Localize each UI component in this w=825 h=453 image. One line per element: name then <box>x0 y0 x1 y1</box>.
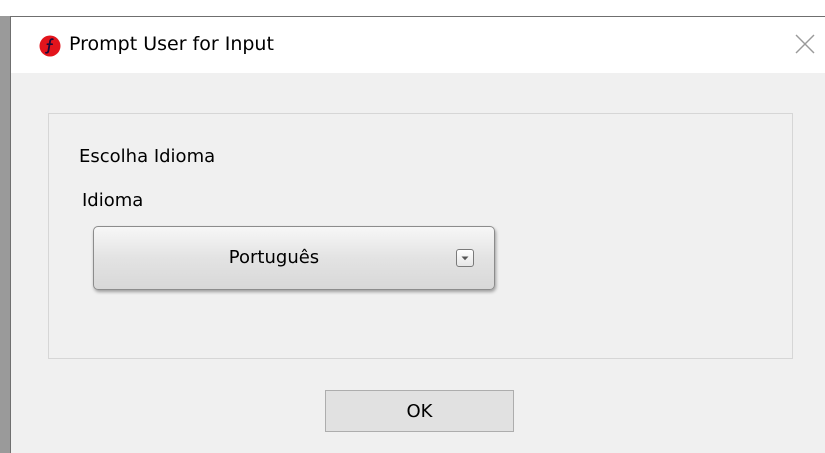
group-title: Escolha Idioma <box>79 146 216 167</box>
prompt-dialog: Prompt User for Input Escolha Idioma Idi… <box>10 16 825 453</box>
title-bar[interactable]: Prompt User for Input <box>11 17 825 73</box>
language-select[interactable]: Português <box>93 226 495 290</box>
chevron-down-icon[interactable] <box>456 249 474 267</box>
language-label: Idioma <box>82 190 144 211</box>
background-window-edge <box>0 16 10 453</box>
input-group-panel: Escolha Idioma Idioma Português <box>48 113 793 359</box>
labview-function-icon <box>39 35 61 57</box>
close-icon[interactable] <box>792 31 818 57</box>
ok-button[interactable]: OK <box>325 390 514 432</box>
selected-language: Português <box>228 247 320 268</box>
window-title: Prompt User for Input <box>69 33 274 55</box>
